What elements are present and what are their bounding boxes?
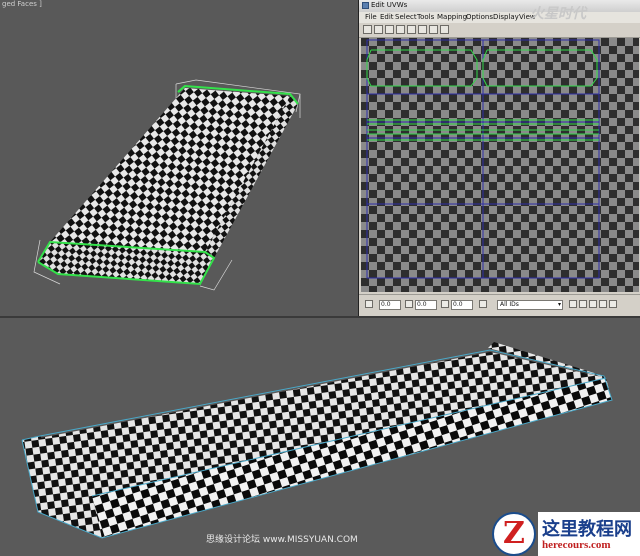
menu-mapping[interactable]: Mapping — [437, 13, 467, 21]
viewport-label: ged Faces ] — [2, 0, 42, 8]
watermark-box: 这里教程网 herecours.com — [538, 512, 640, 556]
edit-uvws-window[interactable]: Edit UVWs File Edit Select Tools Mapping… — [358, 0, 640, 317]
rotate-icon[interactable] — [374, 25, 383, 34]
menu-edit[interactable]: Edit — [380, 13, 394, 21]
zoom-extents-icon[interactable] — [599, 300, 607, 308]
v-field[interactable]: 0.0 — [415, 300, 437, 310]
pick-icon[interactable] — [479, 300, 487, 308]
pan-icon[interactable] — [569, 300, 577, 308]
w-axis-icon — [441, 300, 449, 308]
watermark-letter: Z — [503, 516, 525, 551]
watermark-logo: Z — [492, 512, 536, 556]
uv-canvas[interactable] — [361, 38, 639, 292]
w-field[interactable]: 0.0 — [451, 300, 473, 310]
v-axis-icon — [405, 300, 413, 308]
mesh-preview — [33, 79, 301, 291]
ids-select-value: All IDs — [500, 301, 519, 308]
freeform-icon[interactable] — [396, 25, 405, 34]
watermark-title: 这里教程网 — [542, 519, 632, 540]
link-icon[interactable] — [418, 25, 427, 34]
menu-select[interactable]: Select — [395, 13, 417, 21]
mirror-icon[interactable] — [407, 25, 416, 34]
uv-layout — [361, 38, 639, 292]
perspective-viewport-top[interactable]: ged Faces ] — [0, 0, 358, 316]
u-field[interactable]: 0.0 — [379, 300, 401, 310]
lock-icon[interactable] — [365, 300, 373, 308]
uv-toolbar — [359, 23, 640, 38]
app-icon — [362, 2, 369, 9]
corner-logo: 火星时代 — [530, 6, 586, 22]
menu-display[interactable]: Display — [493, 13, 519, 21]
ids-select[interactable]: All IDs ▾ — [497, 300, 563, 310]
zoom-region-icon[interactable] — [589, 300, 597, 308]
uv-statusbar: 0.0 0.0 0.0 All IDs ▾ — [359, 294, 640, 317]
unlink-icon[interactable] — [429, 25, 438, 34]
uv-window-title: Edit UVWs — [371, 1, 408, 9]
scale-icon[interactable] — [385, 25, 394, 34]
chevron-down-icon: ▾ — [557, 301, 561, 308]
map-icon[interactable] — [440, 25, 449, 34]
menu-options[interactable]: Options — [466, 13, 493, 21]
menu-tools[interactable]: Tools — [417, 13, 434, 21]
move-icon[interactable] — [363, 25, 372, 34]
watermark-url: herecours.com — [542, 539, 611, 551]
grid-icon[interactable] — [609, 300, 617, 308]
menu-file[interactable]: File — [365, 13, 377, 21]
zoom-icon[interactable] — [579, 300, 587, 308]
credit-text: 思缘设计论坛 www.MISSYUAN.COM — [206, 535, 358, 545]
